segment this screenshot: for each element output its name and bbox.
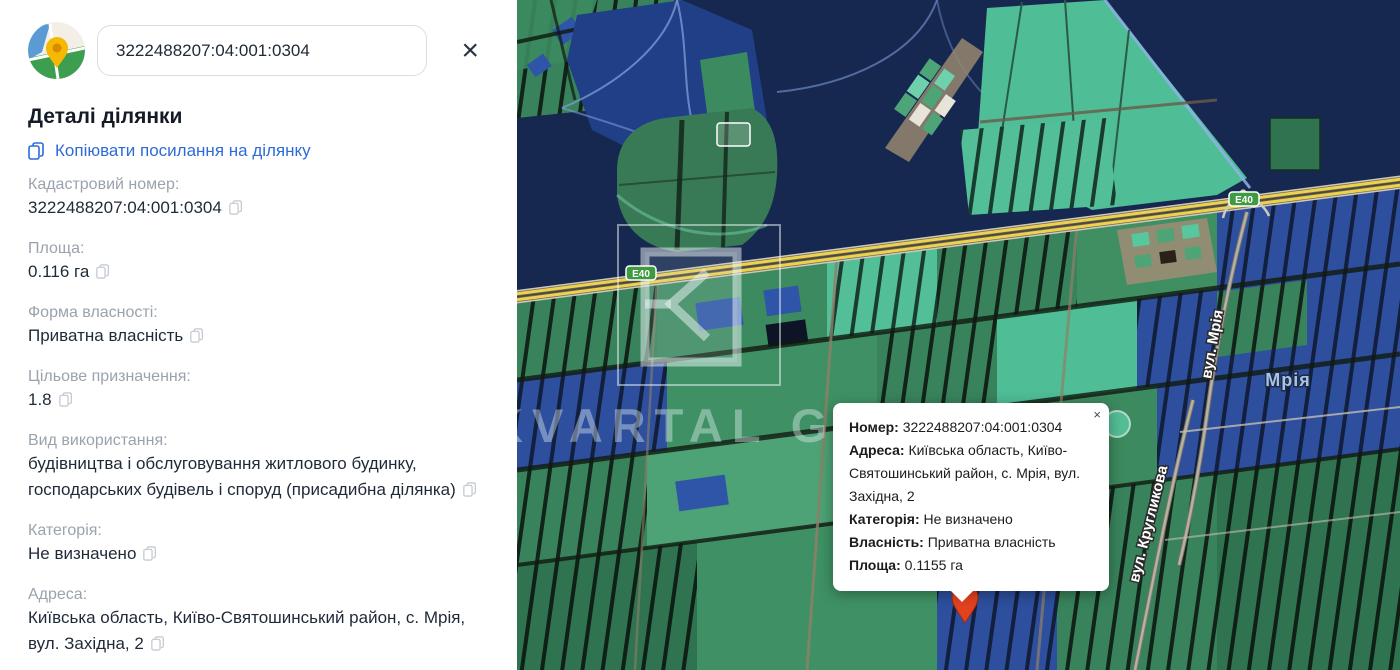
popup-row-category: Категорія: Не визначено <box>849 508 1093 531</box>
field-ownership-form: Форма власності: Приватна власність <box>28 302 489 351</box>
road-badge-e40-right: E40 <box>1229 192 1259 206</box>
map-canvas[interactable]: KVARTAL GROUP E40 E40 вул. Мрія вул. Кру… <box>517 0 1400 670</box>
copy-icon[interactable] <box>229 197 243 223</box>
copy-icon[interactable] <box>143 543 157 569</box>
place-label-mriya: Мрія <box>1265 370 1311 390</box>
svg-text:E40: E40 <box>1235 195 1253 206</box>
popup-close-button[interactable]: × <box>1093 408 1101 422</box>
selected-building-outline <box>717 123 750 146</box>
page-title: Деталі ділянки <box>28 105 489 129</box>
details-sidebar: × Деталі ділянки Копіювати посилання на … <box>0 0 517 670</box>
popup-row-area: Площа: 0.1155 га <box>849 554 1093 577</box>
parcel-details-list: Кадастровий номер: 3222488207:04:001:030… <box>28 174 489 659</box>
copy-icon <box>28 142 45 160</box>
copy-icon[interactable] <box>59 389 73 415</box>
search-input[interactable] <box>97 25 427 76</box>
field-address: Адреса: Київська область, Київо-Святошин… <box>28 584 489 659</box>
field-cadastral-number: Кадастровий номер: 3222488207:04:001:030… <box>28 174 489 223</box>
svg-text:E40: E40 <box>632 269 650 280</box>
parcel-popup: × Номер: 3222488207:04:001:0304 Адреса: … <box>833 403 1109 591</box>
field-designated-purpose: Цільове призначення: 1.8 <box>28 366 489 415</box>
copy-icon[interactable] <box>96 261 110 287</box>
copy-parcel-link-label: Копіювати посилання на ділянку <box>55 141 311 161</box>
sidebar-close-button[interactable]: × <box>457 36 483 66</box>
field-category: Категорія: Не визначено <box>28 520 489 569</box>
road-badge-e40-left: E40 <box>626 266 656 280</box>
copy-icon[interactable] <box>463 479 477 505</box>
copy-icon[interactable] <box>190 325 204 351</box>
green-square-parcel <box>1270 118 1320 170</box>
field-usage-type: Вид використання: будівництва і обслугов… <box>28 430 489 505</box>
copy-icon[interactable] <box>151 633 165 659</box>
copy-parcel-link[interactable]: Копіювати посилання на ділянку <box>28 141 489 161</box>
popup-row-address: Адреса: Київська область, Київо-Святошин… <box>849 439 1093 508</box>
popup-row-ownership: Власність: Приватна власність <box>849 531 1093 554</box>
sidebar-header: × <box>28 0 489 79</box>
app-logo-map-icon[interactable] <box>28 22 85 79</box>
field-area: Площа: 0.116 га <box>28 238 489 287</box>
popup-row-number: Номер: 3222488207:04:001:0304 <box>849 416 1093 439</box>
